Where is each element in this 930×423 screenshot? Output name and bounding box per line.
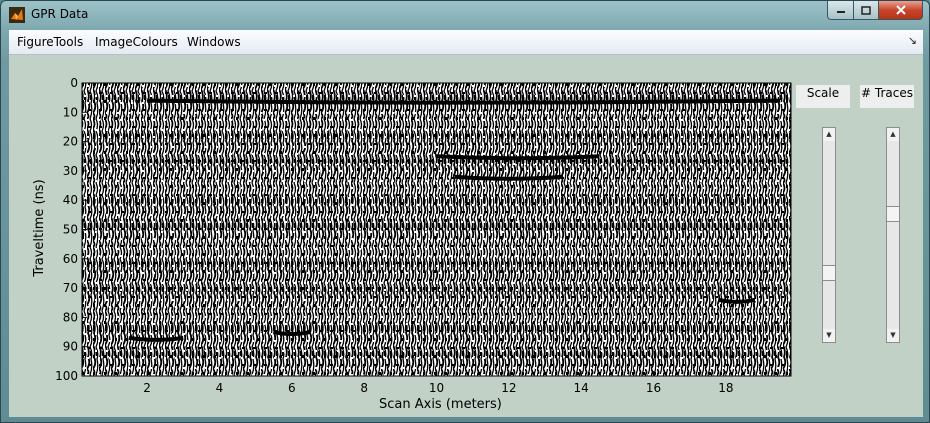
reflector-band <box>454 174 564 181</box>
minimize-icon <box>836 11 845 13</box>
y-tick-label: 60 <box>63 252 78 266</box>
scale-label: Scale <box>796 85 850 108</box>
scale-slider-down-arrow[interactable]: ▼ <box>823 329 835 342</box>
minimize-button[interactable] <box>827 1 854 20</box>
wiggle-noise-overlay <box>82 83 791 376</box>
close-icon <box>895 5 906 15</box>
y-tick-label: 90 <box>63 340 78 354</box>
x-tick-label: 6 <box>288 381 296 395</box>
x-axis-label: Scan Axis (meters) <box>379 397 502 412</box>
traces-slider-down-arrow[interactable]: ▼ <box>887 329 899 342</box>
y-tick-label: 50 <box>63 223 78 237</box>
gpr-radargram-axes[interactable]: 2 4 6 8 10 12 14 16 18 0 10 20 30 40 50 60 70 80 90 100 <box>9 55 923 417</box>
title-bar[interactable]: GPR Data <box>1 1 929 29</box>
maximize-icon <box>861 5 871 15</box>
y-tick-label: 0 <box>70 76 78 90</box>
matlab-logo-icon <box>9 7 25 23</box>
y-tick-label: 30 <box>63 164 78 178</box>
y-tick-label: 20 <box>63 135 78 149</box>
x-tick-label: 16 <box>646 381 661 395</box>
close-button[interactable] <box>879 1 923 20</box>
dock-arrow-icon[interactable]: ↘ <box>908 34 917 47</box>
reflector-band <box>128 335 184 342</box>
scale-slider-up-arrow[interactable]: ▲ <box>823 128 835 141</box>
y-tick-label: 70 <box>63 281 78 295</box>
traces-slider[interactable]: ▲ ▼ <box>886 127 900 343</box>
scale-slider[interactable]: ▲ ▼ <box>822 127 836 343</box>
reflector-band <box>718 297 756 304</box>
scale-slider-thumb[interactable] <box>823 264 835 281</box>
figure-client-area: 2 4 6 8 10 12 14 16 18 0 10 20 30 40 50 60 70 80 90 100 Sc… <box>9 55 923 417</box>
maximize-button[interactable] <box>854 1 879 20</box>
menu-bar: FigureTools ImageColours Windows ↘ <box>9 30 923 55</box>
x-tick-label: 18 <box>718 381 733 395</box>
window-title: GPR Data <box>31 7 89 21</box>
y-tick-label: 40 <box>63 193 78 207</box>
reflector-band <box>436 154 600 161</box>
x-tick-label: 14 <box>574 381 589 395</box>
window-controls <box>827 1 923 20</box>
x-tick-label: 12 <box>501 381 516 395</box>
reflector-band <box>147 98 781 105</box>
y-tick-label: 10 <box>63 105 78 119</box>
traces-slider-up-arrow[interactable]: ▲ <box>887 128 899 141</box>
x-tick-label: 8 <box>360 381 368 395</box>
traces-slider-thumb[interactable] <box>887 206 899 223</box>
y-tick-label: 100 <box>55 369 78 383</box>
plot-area <box>81 82 792 377</box>
reflector-band <box>273 330 311 337</box>
y-tick-label: 80 <box>63 310 78 324</box>
menu-windows[interactable]: Windows <box>187 34 241 50</box>
traces-label: # Traces <box>860 85 914 108</box>
menu-figuretools[interactable]: FigureTools <box>17 34 83 50</box>
y-axis-label: Traveltime (ns) <box>32 179 47 277</box>
gpr-data-window: GPR Data FigureTools ImageColours Window… <box>0 0 930 423</box>
x-tick-label: 10 <box>429 381 444 395</box>
x-tick-label: 4 <box>216 381 224 395</box>
x-tick-label: 2 <box>143 381 151 395</box>
menu-imagecolours[interactable]: ImageColours <box>95 34 178 50</box>
